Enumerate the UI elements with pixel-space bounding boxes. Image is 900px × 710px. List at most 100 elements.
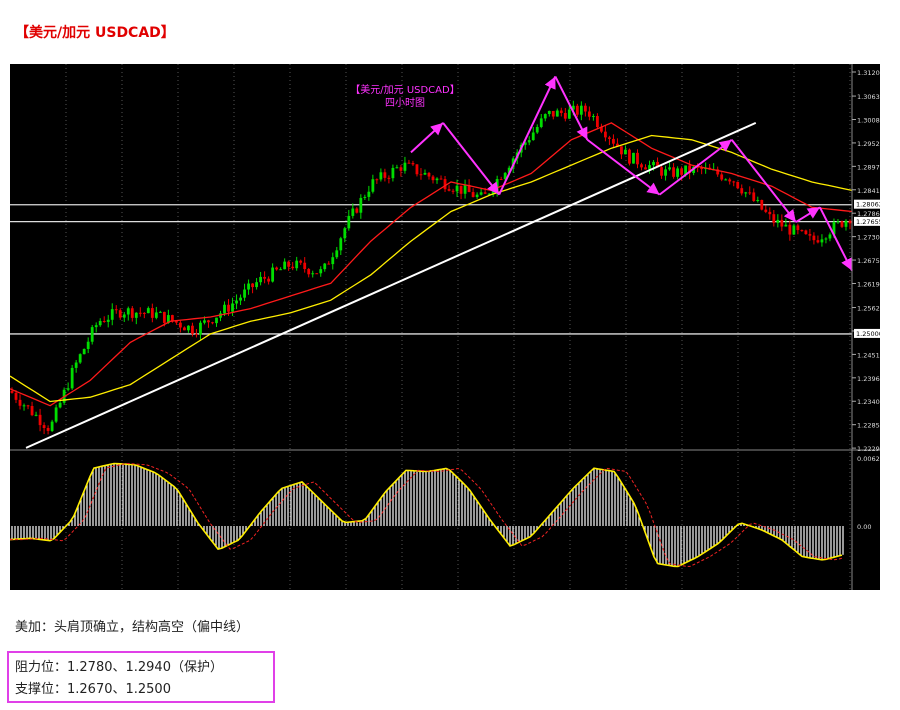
candle-body [451, 190, 455, 192]
candle-body [796, 225, 800, 231]
candle-body [223, 304, 226, 314]
candle-body [820, 239, 824, 243]
candle-body [483, 192, 487, 194]
candle-body [211, 322, 214, 324]
candle-body [363, 196, 367, 198]
levels-box: 阻力位：1.2780、1.2940（保护） 支撑位：1.2670、1.2500 [7, 651, 275, 703]
candle-body [672, 167, 675, 177]
price-highlight-label: 1.28062 [856, 201, 880, 209]
candle-body [435, 178, 439, 181]
candle-body [170, 315, 174, 321]
candle-body [54, 407, 58, 422]
candle-body [612, 138, 615, 144]
candle-body [812, 235, 816, 241]
candle-body [555, 110, 559, 117]
candle-body [744, 192, 748, 194]
candle-body [756, 199, 760, 201]
candle-body [227, 304, 230, 312]
candle-body [531, 132, 535, 141]
candle-body [299, 260, 303, 263]
price-tick-label: 1.23405 [857, 398, 880, 406]
candle-body [315, 273, 319, 275]
candle-body [784, 224, 788, 227]
price-tick-label: 1.29525 [857, 140, 880, 148]
price-tick-label: 1.26195 [857, 280, 880, 288]
price-tick-label: 1.22850 [857, 422, 880, 430]
candle-body [788, 224, 792, 235]
candle-body [90, 327, 94, 342]
candle-body [760, 199, 764, 210]
candle-body [804, 230, 808, 235]
candle-body [98, 321, 102, 326]
candle-body [772, 214, 776, 223]
candle-body [632, 152, 635, 164]
candle-body [539, 118, 543, 128]
candle-body [191, 325, 194, 334]
resistance-levels: 阻力位：1.2780、1.2940（保护） [15, 660, 223, 675]
candle-body [816, 240, 820, 243]
candle-body [207, 320, 210, 323]
candle-body [844, 220, 848, 227]
candle-body [732, 181, 736, 183]
candle-body [431, 176, 435, 181]
candle-body [447, 189, 451, 191]
candle-body [195, 333, 198, 335]
candle-body [275, 267, 279, 270]
candle-body [38, 414, 42, 426]
candle-body [800, 230, 804, 232]
candle-body [231, 303, 234, 312]
candle-body [351, 208, 355, 216]
candle-body [547, 110, 551, 115]
candle-body [407, 162, 411, 164]
candle-body [391, 167, 395, 179]
candle-body [367, 191, 371, 197]
candle-body [247, 283, 250, 290]
candle-body [780, 219, 784, 227]
candle-body [375, 179, 379, 181]
candle-body [10, 390, 14, 393]
candle-body [415, 164, 419, 175]
price-tick-label: 1.25625 [857, 305, 880, 313]
candle-body [179, 322, 182, 328]
candle-body [114, 309, 118, 311]
candle-body [499, 179, 503, 181]
candle-body [311, 273, 315, 275]
candle-body [567, 109, 571, 119]
candle-body [283, 261, 287, 270]
candle-body [138, 312, 142, 314]
price-tick-label: 1.23960 [857, 375, 880, 383]
candle-body [263, 276, 267, 279]
candle-body [279, 269, 283, 271]
candle-body [239, 297, 242, 301]
candle-body [559, 110, 563, 113]
candle-body [118, 310, 122, 318]
price-highlight-label: 1.25000 [856, 330, 880, 338]
candle-body [331, 257, 335, 265]
candle-body [58, 402, 62, 408]
candle-body [215, 317, 218, 324]
candle-body [94, 325, 98, 328]
candle-body [146, 308, 150, 314]
candle-body [46, 427, 50, 431]
candle-body [680, 168, 683, 175]
candle-body [335, 250, 339, 258]
candle-body [644, 167, 647, 170]
price-tick-label: 1.30635 [857, 93, 880, 101]
candle-body [14, 392, 18, 400]
candle-body [130, 308, 134, 318]
candle-body [30, 406, 34, 416]
price-tick-label: 1.27305 [857, 234, 880, 242]
candle-body [26, 405, 30, 407]
candle-body [255, 282, 258, 288]
candle-body [423, 172, 427, 175]
candle-body [808, 234, 812, 236]
candle-body [475, 194, 479, 198]
candle-body [624, 149, 627, 155]
price-tick-label: 1.24515 [857, 351, 880, 359]
candle-body [203, 320, 206, 323]
candle-body [676, 168, 679, 177]
candle-body [343, 228, 347, 239]
candle-body [327, 263, 331, 265]
candle-body [66, 388, 70, 390]
candle-body [720, 174, 724, 180]
